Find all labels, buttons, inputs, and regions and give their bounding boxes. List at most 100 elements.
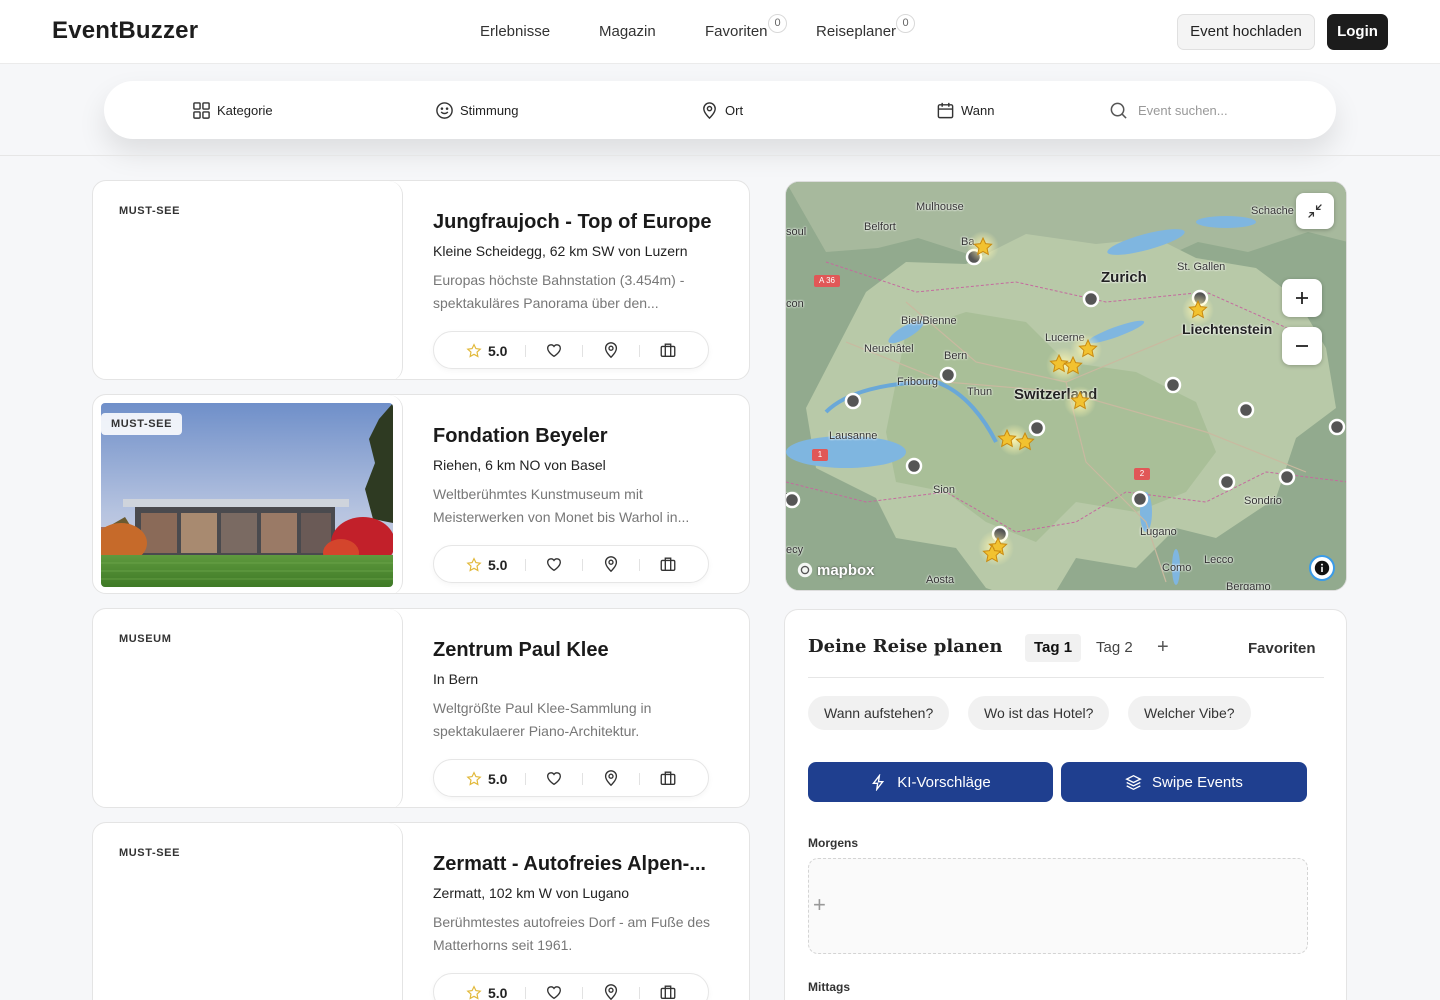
mapbox-attribution[interactable]: mapbox <box>796 561 875 579</box>
event-actions: 5.0 <box>433 759 709 797</box>
filter-ort[interactable]: Ort <box>700 81 743 139</box>
event-description: Weltberühmtes Kunstmuseum mit Meisterwer… <box>433 486 690 525</box>
separator <box>525 773 526 785</box>
nav-favoriten[interactable]: Favoriten <box>705 23 768 40</box>
event-title[interactable]: Zentrum Paul Klee <box>433 639 733 662</box>
star-icon <box>466 557 482 572</box>
swipe-events-label: Swipe Events <box>1152 773 1243 791</box>
zoom-out-button[interactable] <box>1282 327 1322 365</box>
login-button[interactable]: Login <box>1327 14 1388 50</box>
collapse-map-button[interactable] <box>1296 193 1334 229</box>
question-chip-wake-up[interactable]: Wann aufstehen? <box>808 696 950 730</box>
separator <box>525 987 526 999</box>
star-icon <box>466 771 482 786</box>
separator <box>582 345 583 357</box>
event-card[interactable]: MUST-SEE Fondation Beyeler Riehen, 6 km … <box>92 394 750 594</box>
separator <box>582 773 583 785</box>
planner-favorites-link[interactable]: Favoriten <box>1248 640 1316 657</box>
event-card[interactable]: MUSEUM Zentrum Paul Klee In Bern Weltgrö… <box>92 608 750 808</box>
lightning-icon <box>872 773 885 791</box>
search-input[interactable]: Event suchen... <box>1138 103 1228 118</box>
map-pin-icon[interactable] <box>602 769 620 787</box>
luggage-icon[interactable] <box>659 983 677 1000</box>
event-card[interactable]: MUST-SEE Zermatt - Autofreies Alpen-... … <box>92 822 750 1000</box>
map-view[interactable]: A 36 1 2 Mulhouse Belfort Ba soul con Zu… <box>785 181 1347 591</box>
event-rating: 5.0 <box>466 332 507 370</box>
question-chip-vibe[interactable]: Welcher Vibe? <box>1128 696 1251 730</box>
logo[interactable]: EventBuzzer <box>52 17 198 45</box>
map-marker <box>1082 290 1100 308</box>
filter-ort-label: Ort <box>725 102 744 118</box>
ai-suggestions-button[interactable]: KI-Vorschläge <box>808 762 1053 802</box>
event-title[interactable]: Zermatt - Autofreies Alpen-... <box>433 853 733 876</box>
event-location: Zermatt, 102 km W von Lugano <box>433 885 630 901</box>
heart-icon[interactable] <box>545 341 563 359</box>
reiseplaner-count-badge: 0 <box>896 14 915 33</box>
divider <box>808 677 1324 678</box>
map-marker <box>1237 401 1255 419</box>
filter-kategorie-label: Kategorie <box>217 102 273 118</box>
trip-planner-panel: Deine Reise planen Tag 1 Tag 2 + Favorit… <box>784 609 1347 1000</box>
map-pin-icon <box>703 101 716 119</box>
separator <box>639 345 640 357</box>
zoom-in-button[interactable] <box>1282 279 1322 317</box>
map-marker <box>1218 473 1236 491</box>
map-marker <box>1278 468 1296 486</box>
mapbox-wordmark: mapbox <box>817 561 875 579</box>
event-actions: 5.0 <box>433 331 709 369</box>
map-marker <box>1131 490 1149 508</box>
planner-title: Deine Reise planen <box>808 636 1003 657</box>
info-icon <box>1314 560 1330 576</box>
heart-icon[interactable] <box>545 983 563 1000</box>
tab-day-1[interactable]: Tag 1 <box>1025 634 1082 662</box>
add-day-button[interactable]: + <box>1157 636 1169 659</box>
plus-icon <box>1296 292 1308 304</box>
luggage-icon[interactable] <box>659 769 677 787</box>
swipe-events-button[interactable]: Swipe Events <box>1061 762 1307 802</box>
minimize-icon <box>1308 204 1322 218</box>
event-card[interactable]: MUST-SEE Jungfraujoch - Top of Europe Kl… <box>92 180 750 380</box>
map-info-button[interactable] <box>1309 555 1335 581</box>
event-tag: MUSEUM <box>119 633 172 645</box>
map-marker <box>905 457 923 475</box>
morning-drop-slot[interactable]: + <box>808 858 1308 954</box>
map-marker <box>1328 418 1346 436</box>
upload-event-button[interactable]: Event hochladen <box>1177 14 1315 50</box>
event-rating-value: 5.0 <box>488 343 508 359</box>
map-marker <box>939 366 957 384</box>
event-rating: 5.0 <box>466 974 507 1000</box>
divider <box>0 155 1440 156</box>
filter-kategorie[interactable]: Kategorie <box>192 81 273 139</box>
event-location: Kleine Scheidegg, 62 km SW von Luzern <box>433 243 688 259</box>
nav-magazin[interactable]: Magazin <box>599 23 656 40</box>
filter-wann[interactable]: Wann <box>936 81 994 139</box>
filter-bar: Kategorie Stimmung Ort Wann Event suchen… <box>104 81 1336 139</box>
search-field[interactable]: Event suchen... <box>1109 81 1228 139</box>
ai-suggestions-label: KI-Vorschläge <box>897 773 991 791</box>
filter-wann-label: Wann <box>961 102 995 118</box>
top-header: EventBuzzer Erlebnisse Magazin Favoriten… <box>0 0 1440 64</box>
tab-day-2[interactable]: Tag 2 <box>1087 634 1142 662</box>
luggage-icon[interactable] <box>659 555 677 573</box>
map-pin-icon[interactable] <box>602 983 620 1000</box>
separator <box>525 345 526 357</box>
event-rating-value: 5.0 <box>488 771 508 787</box>
event-title[interactable]: Jungfraujoch - Top of Europe <box>433 211 733 234</box>
nav-reiseplaner[interactable]: Reiseplaner <box>816 23 896 40</box>
heart-icon[interactable] <box>545 769 563 787</box>
nav-erlebnisse[interactable]: Erlebnisse <box>480 23 550 40</box>
heart-icon[interactable] <box>545 555 563 573</box>
search-icon <box>1110 102 1127 119</box>
question-chip-hotel[interactable]: Wo ist das Hotel? <box>968 696 1110 730</box>
map-pin-icon[interactable] <box>602 341 620 359</box>
map-markers <box>786 231 1346 566</box>
filter-stimmung[interactable]: Stimmung <box>435 81 519 139</box>
map-pin-icon[interactable] <box>602 555 620 573</box>
event-title[interactable]: Fondation Beyeler <box>433 425 733 448</box>
luggage-icon[interactable] <box>659 341 677 359</box>
layers-icon <box>1125 774 1142 790</box>
add-slot-icon[interactable]: + <box>813 892 826 918</box>
event-description: Europas höchste Bahnstation (3.454m) - s… <box>433 272 685 311</box>
minus-icon <box>1296 345 1308 347</box>
event-tag: MUST-SEE <box>119 847 181 859</box>
